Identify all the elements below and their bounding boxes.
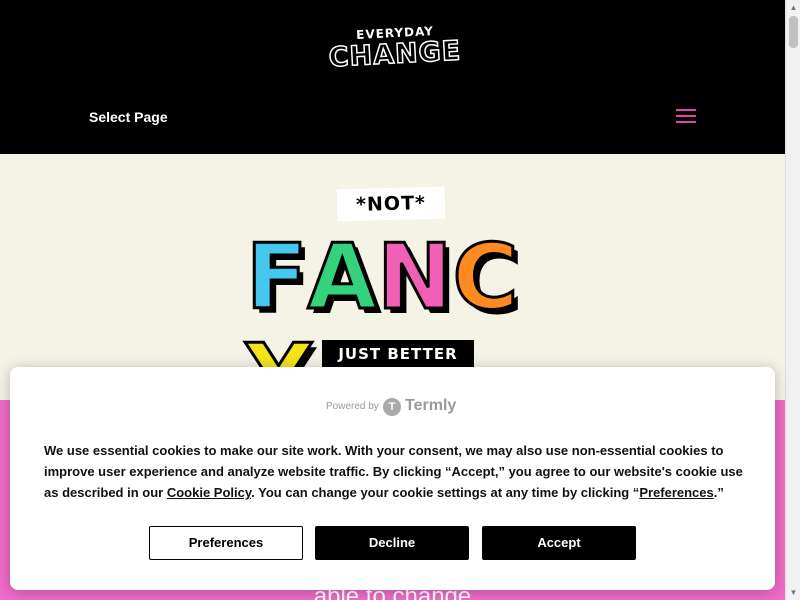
cookie-text-part3: .” (713, 485, 724, 500)
just-better-banner: JUST BETTER (322, 340, 474, 368)
preferences-link[interactable]: Preferences (639, 485, 713, 500)
fancy-headline: FANCY (244, 225, 566, 429)
logo-main-text: CHANGE (327, 35, 462, 74)
powered-by-label: Powered by (326, 401, 379, 412)
select-page-nav[interactable]: Select Page (89, 109, 168, 125)
termly-logo-icon: T (383, 398, 401, 416)
scroll-down-arrow-icon[interactable]: ▼ (786, 585, 800, 600)
everyday-change-logo[interactable]: EVERYDAY CHANGE (327, 24, 462, 80)
decline-button[interactable]: Decline (315, 526, 469, 560)
powered-by-termly: Powered by T Termly (326, 397, 461, 417)
site-header: EVERYDAY CHANGE Select Page (0, 0, 785, 154)
headline-letter: N (376, 225, 454, 330)
cookie-policy-link[interactable]: Cookie Policy (167, 485, 251, 500)
preferences-button[interactable]: Preferences (149, 526, 303, 560)
headline-letter: C (451, 225, 520, 330)
hamburger-menu-icon[interactable] (676, 109, 696, 125)
headline-letter: A (306, 225, 379, 330)
cookie-consent-banner: Powered by T Termly We use essential coo… (10, 367, 775, 590)
cookie-text-part2: . You can change your cookie settings at… (251, 485, 640, 500)
page-scrollbar[interactable]: ▲ ▼ (785, 0, 800, 600)
scrollbar-thumb[interactable] (789, 16, 798, 48)
headline-letter: F (244, 225, 309, 330)
hero-section: *NOT* FANCY JUST BETTER (0, 154, 785, 429)
termly-brand-name: Termly (405, 397, 457, 414)
scroll-up-arrow-icon[interactable]: ▲ (786, 0, 800, 15)
cookie-message: We use essential cookies to make our sit… (44, 440, 744, 503)
accept-button[interactable]: Accept (482, 526, 636, 560)
not-tag: *NOT* (336, 186, 446, 222)
